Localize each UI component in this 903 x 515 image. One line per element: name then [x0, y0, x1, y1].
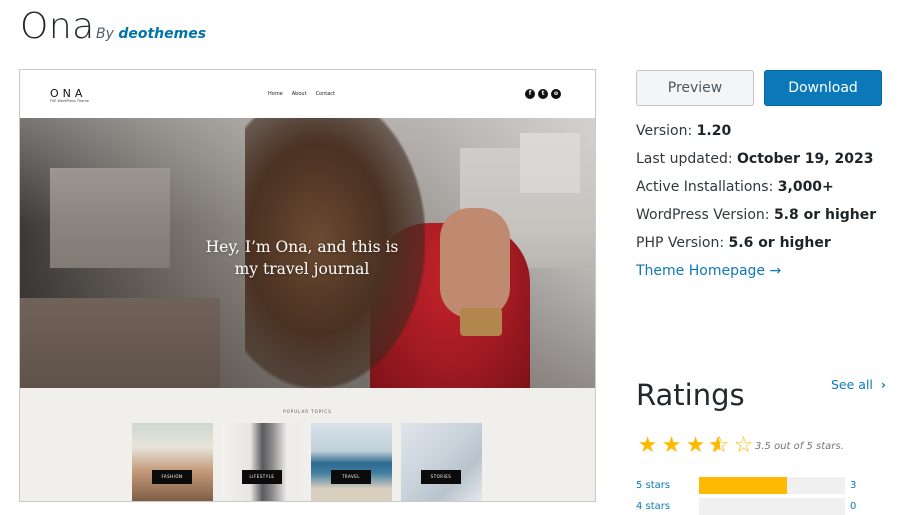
screenshot-nav-about: About — [291, 91, 307, 97]
php-version-info: PHP Version: 5.6 or higher — [636, 235, 831, 251]
screenshot-topics: POPULAR TOPICS FASHION LIFESTYLE TRAVEL … — [20, 388, 595, 501]
star-filled-icon: ★ — [661, 433, 682, 458]
rating-row-label[interactable]: 4 stars — [636, 501, 670, 512]
star-filled-icon: ★ — [637, 433, 658, 458]
rating-count: 3 — [850, 480, 857, 491]
rating-bar-fill — [699, 477, 787, 494]
hero-text-line-2: my travel journal — [234, 260, 370, 278]
screenshot-nav: Home About Contact — [268, 91, 335, 97]
active-installations-info: Active Installations: 3,000+ — [636, 179, 834, 195]
active-installations-value: 3,000+ — [777, 179, 834, 195]
topics-label: POPULAR TOPICS — [283, 409, 332, 414]
topic-label: STORIES — [421, 470, 461, 484]
screenshot-brand-subtitle: FSE WordPress Theme — [50, 99, 89, 103]
topic-card-stories: STORIES — [401, 423, 482, 501]
author-link[interactable]: deothemes — [118, 26, 206, 42]
last-updated-info: Last updated: October 19, 2023 — [636, 151, 873, 167]
rating-bar — [699, 477, 845, 494]
screenshot-hero-text: Hey, I’m Ona, and this is my travel jour… — [182, 236, 422, 280]
chevron-right-icon: › — [880, 377, 887, 392]
download-button[interactable]: Download — [764, 70, 882, 106]
php-version-value: 5.6 or higher — [728, 235, 831, 251]
screenshot-nav-contact: Contact — [315, 91, 336, 97]
version-label: Version: — [636, 123, 693, 139]
version-value: 1.20 — [696, 123, 732, 139]
rating-bar — [699, 498, 845, 515]
twitter-icon: t — [538, 89, 548, 99]
theme-screenshot: ONA FSE WordPress Theme Home About Conta… — [19, 69, 596, 502]
screenshot-header: ONA FSE WordPress Theme Home About Conta… — [20, 70, 595, 118]
php-version-label: PHP Version: — [636, 235, 725, 251]
byline: By deothemes — [96, 26, 206, 42]
screenshot-social-icons: f t o — [525, 89, 561, 99]
see-all-ratings-link[interactable]: See all › — [831, 377, 886, 392]
active-installations-label: Active Installations: — [636, 179, 774, 195]
rating-row-label[interactable]: 5 stars — [636, 480, 670, 491]
see-all-label: See all — [831, 377, 873, 392]
screenshot-hero-image: Hey, I’m Ona, and this is my travel jour… — [20, 118, 595, 388]
instagram-icon: o — [551, 89, 561, 99]
topic-card-fashion: FASHION — [132, 423, 213, 501]
screenshot-nav-home: Home — [268, 91, 283, 97]
preview-button[interactable]: Preview — [636, 70, 754, 106]
star-half-icon: ☆ ★ — [708, 433, 730, 458]
rating-count: 0 — [850, 501, 857, 512]
ratings-heading: Ratings — [636, 378, 745, 412]
topic-card-lifestyle: LIFESTYLE — [222, 423, 303, 501]
rating-summary: 3.5 out of 5 stars. — [755, 441, 844, 452]
wordpress-version-info: WordPress Version: 5.8 or higher — [636, 207, 876, 223]
last-updated-label: Last updated: — [636, 151, 733, 167]
star-rating: ★ ★ ★ ☆ ★ ☆ — [636, 433, 755, 459]
wordpress-version-label: WordPress Version: — [636, 207, 770, 223]
topic-card-travel: TRAVEL — [311, 423, 392, 501]
topic-label: LIFESTYLE — [242, 470, 282, 484]
wordpress-version-value: 5.8 or higher — [773, 207, 877, 223]
facebook-icon: f — [525, 89, 535, 99]
topic-label: FASHION — [152, 470, 192, 484]
last-updated-value: October 19, 2023 — [737, 151, 874, 167]
star-empty-icon: ☆ — [733, 433, 754, 458]
by-label: By — [96, 26, 114, 42]
version-info: Version: 1.20 — [636, 123, 731, 139]
hero-text-line-1: Hey, I’m Ona, and this is — [205, 238, 399, 256]
theme-homepage-link[interactable]: Theme Homepage → — [636, 263, 781, 279]
theme-title: Ona — [20, 6, 95, 47]
topic-label: TRAVEL — [331, 470, 371, 484]
star-filled-icon: ★ — [685, 433, 706, 458]
